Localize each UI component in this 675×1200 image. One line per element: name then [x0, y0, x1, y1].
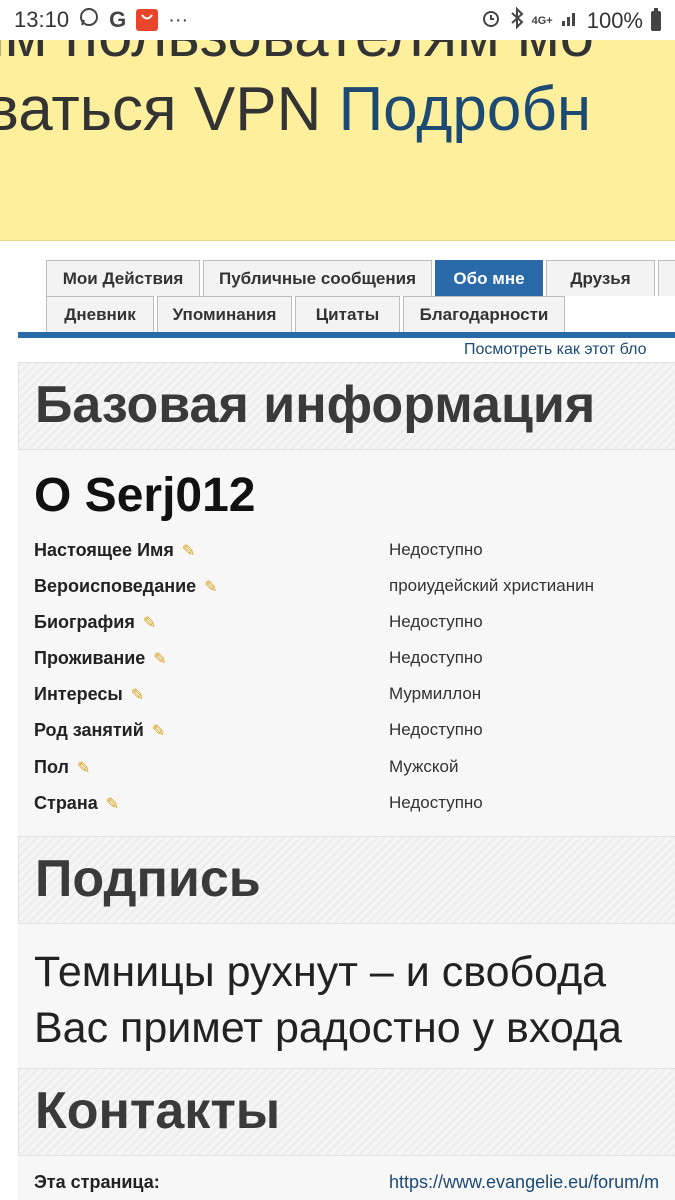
tab-quotes[interactable]: Цитаты [295, 296, 400, 332]
signature-line1: Темницы рухнут – и свобода [34, 948, 607, 996]
signature-text: Темницы рухнут – и свобода Вас примет ра… [34, 944, 622, 1056]
info-value: Недоступно [389, 648, 483, 667]
info-value: проиудейский христианин [389, 576, 595, 595]
info-row: Настоящее Имя ✎ Недоступно [34, 540, 675, 570]
battery-icon [651, 8, 661, 31]
info-row: Вероисповедание ✎ проиудейский христианин [34, 576, 675, 606]
info-label: Настоящее Имя [34, 540, 174, 560]
contacts-header: Контакты [18, 1068, 675, 1156]
info-row: Интересы ✎ Мурмиллон [34, 684, 675, 714]
bluetooth-icon [510, 6, 524, 35]
info-value: Мужской [389, 757, 459, 776]
pencil-icon[interactable]: ✎ [182, 541, 195, 561]
signal-icon [561, 9, 579, 33]
info-label: Биография [34, 612, 135, 632]
signature-line2: Вас примет радостно у входа [34, 1004, 622, 1052]
tab-my-actions[interactable]: Мои Действия [46, 260, 200, 296]
contact-label: Эта страница: [34, 1172, 160, 1192]
tab-friends[interactable]: Друзья [546, 260, 655, 296]
signature-heading: Подпись [35, 850, 261, 908]
view-as-link[interactable]: Посмотреть как этот бло [464, 341, 646, 359]
info-value: Недоступно [389, 612, 483, 631]
pencil-icon[interactable]: ✎ [106, 794, 119, 814]
tab-diary[interactable]: Дневник [46, 296, 154, 332]
whatsapp-icon [79, 7, 99, 33]
profile-tabs-row2: Дневник Упоминания Цитаты Благодарности [46, 296, 568, 332]
battery-percent: 100% [586, 8, 643, 33]
tab-mentions[interactable]: Упоминания [157, 296, 292, 332]
info-label: Страна [34, 793, 98, 813]
profile-tabs-row1: Мои Действия Публичные сообщения Обо мне… [46, 260, 675, 296]
info-row: Биография ✎ Недоступно [34, 612, 675, 642]
more-dots-icon: ··· [168, 9, 189, 31]
banner-text-line2: ваться VPN Подробн [0, 74, 591, 145]
info-label: Пол [34, 757, 69, 777]
signature-header: Подпись [18, 836, 675, 924]
info-row: Род занятий ✎ Недоступно [34, 720, 675, 750]
info-label: Род занятий [34, 720, 144, 740]
info-value: Недоступно [389, 540, 483, 559]
info-row: Пол ✎ Мужской [34, 757, 675, 787]
clock: 13:10 [14, 7, 70, 32]
info-label: Интересы [34, 684, 123, 704]
vpn-notice-banner: им пользователям мо ваться VPN Подробн [0, 40, 675, 241]
pencil-icon[interactable]: ✎ [152, 721, 165, 741]
info-label: Проживание [34, 648, 146, 668]
basic-info-heading: Базовая информация [35, 376, 596, 434]
info-value: Недоступно [389, 793, 483, 812]
tab-about-me[interactable]: Обо мне [435, 260, 543, 296]
page-url-link[interactable]: https://www.evangelie.eu/forum/m [389, 1172, 659, 1193]
banner-text: ваться VPN [0, 75, 339, 144]
google-icon: G [109, 7, 127, 32]
banner-text-line1: им пользователям мо [0, 40, 594, 71]
pencil-icon[interactable]: ✎ [153, 649, 166, 669]
pencil-icon[interactable]: ✎ [143, 613, 156, 633]
info-row: Страна ✎ Недоступно [34, 793, 675, 823]
alarm-icon [480, 7, 502, 35]
tab-more[interactable] [658, 260, 675, 296]
banner-more-link[interactable]: Подробн [339, 75, 592, 144]
basic-info-header: Базовая информация [18, 362, 675, 450]
aliexpress-icon [136, 9, 159, 31]
status-bar: 13:10 G ··· 4G+ 100% [0, 0, 675, 40]
network-type: 4G+ [531, 15, 553, 27]
pencil-icon[interactable]: ✎ [131, 685, 144, 705]
contacts-heading: Контакты [35, 1082, 281, 1140]
pencil-icon[interactable]: ✎ [77, 758, 90, 778]
tab-public-messages[interactable]: Публичные сообщения [203, 260, 432, 296]
tab-thanks[interactable]: Благодарности [403, 296, 565, 332]
info-label: Вероисповедание [34, 576, 197, 596]
info-value: Мурмиллон [389, 684, 482, 703]
info-row: Проживание ✎ Недоступно [34, 648, 675, 678]
pencil-icon[interactable]: ✎ [204, 577, 217, 597]
about-title: О Serj012 [34, 469, 256, 522]
info-value: Недоступно [389, 720, 483, 739]
tab-underline [18, 332, 675, 338]
